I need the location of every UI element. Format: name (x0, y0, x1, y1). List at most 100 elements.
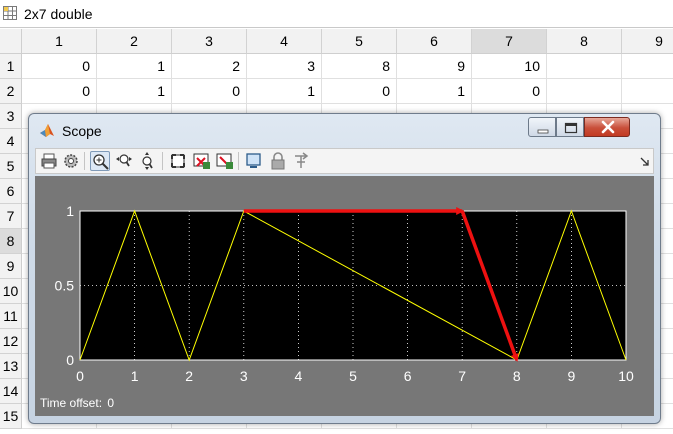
grid-cell[interactable] (547, 79, 622, 104)
save-axes-button[interactable] (192, 151, 212, 171)
grid-cell[interactable] (622, 54, 673, 79)
autoscale-button[interactable] (168, 151, 188, 171)
grid-cell[interactable]: 0 (22, 54, 97, 79)
close-icon (601, 120, 615, 134)
row-header-8[interactable]: 8 (0, 229, 22, 254)
scope-chart[interactable]: 0 1 2 3 4 5 6 7 8 9 10 0 0.5 1 (35, 176, 654, 394)
x-tick-label: 4 (295, 368, 303, 384)
minimize-button[interactable] (528, 117, 556, 137)
zoom-y-icon (142, 152, 153, 170)
lock-button[interactable] (268, 151, 288, 171)
zoom-in-icon (93, 154, 109, 170)
grid-cell[interactable]: 0 (22, 79, 97, 104)
close-button[interactable] (584, 117, 630, 137)
x-tick-label: 10 (618, 368, 634, 384)
row-header-10[interactable]: 10 (0, 279, 22, 304)
zoom-x-button[interactable] (114, 151, 134, 171)
grid-cell[interactable]: 9 (397, 54, 472, 79)
matlab-logo-icon (40, 124, 54, 137)
column-header-5[interactable]: 5 (322, 29, 397, 54)
x-tick-label: 6 (404, 368, 412, 384)
column-header-4[interactable]: 4 (247, 29, 322, 54)
print-icon (41, 153, 57, 169)
row-header-2[interactable]: 2 (0, 79, 22, 104)
grid-cell[interactable]: 1 (97, 54, 172, 79)
column-header-8[interactable]: 8 (547, 29, 622, 54)
grid-cell[interactable]: 3 (247, 54, 322, 79)
grid-cell[interactable]: 8 (322, 54, 397, 79)
time-offset: Time offset: 0 (38, 396, 114, 410)
grid-cell[interactable]: 0 (172, 79, 247, 104)
floating-scope-button[interactable] (244, 151, 264, 171)
dock-arrow-icon[interactable] (640, 157, 650, 167)
zoom-in-button[interactable] (90, 151, 110, 171)
grid-cell[interactable] (622, 79, 673, 104)
signal-select-button[interactable] (292, 151, 312, 171)
row-header-1[interactable]: 1 (0, 54, 22, 79)
restore-axes-icon (216, 153, 233, 169)
time-offset-label: Time offset: (40, 396, 103, 410)
grid-cell[interactable]: 1 (397, 79, 472, 104)
row-header-15[interactable]: 15 (0, 404, 22, 429)
grid-cell[interactable]: 2 (172, 54, 247, 79)
x-tick-label: 5 (349, 368, 357, 384)
x-tick-label: 0 (76, 368, 84, 384)
scope-toolbar (35, 148, 654, 174)
toolbar-separator (162, 152, 163, 170)
x-tick-label: 9 (568, 368, 576, 384)
grid-cell[interactable]: 10 (472, 54, 547, 79)
zoom-y-button[interactable] (138, 151, 158, 171)
row-header-12[interactable]: 12 (0, 329, 22, 354)
grid-cell[interactable] (547, 54, 622, 79)
maximize-button[interactable] (556, 117, 584, 137)
restore-axes-button[interactable] (215, 151, 235, 171)
x-tick-label: 2 (185, 368, 193, 384)
grid-corner (0, 29, 22, 54)
column-header-6[interactable]: 6 (397, 29, 472, 54)
row-header-4[interactable]: 4 (0, 129, 22, 154)
signal-select-icon (295, 152, 309, 168)
row-header-11[interactable]: 11 (0, 304, 22, 329)
row-header-9[interactable]: 9 (0, 254, 22, 279)
editor-title-bar: 2x7 double (0, 0, 673, 28)
scope-plot-area[interactable]: 0 1 2 3 4 5 6 7 8 9 10 0 0.5 1 Time offset: 0 (35, 176, 654, 416)
lock-icon (271, 152, 285, 170)
row-header-13[interactable]: 13 (0, 354, 22, 379)
maximize-icon (564, 122, 578, 134)
column-header-9[interactable]: 9 (622, 29, 673, 54)
x-tick-label: 7 (458, 368, 466, 384)
row-header-5[interactable]: 5 (0, 154, 22, 179)
scope-title-bar[interactable]: Scope (29, 114, 660, 144)
time-offset-value: 0 (107, 396, 115, 410)
autoscale-icon (171, 154, 185, 168)
grid-cell[interactable]: 1 (97, 79, 172, 104)
column-header-7[interactable]: 7 (472, 29, 547, 54)
row-header-6[interactable]: 6 (0, 179, 22, 204)
grid-cell[interactable]: 0 (472, 79, 547, 104)
y-tick-label: 1 (66, 203, 74, 219)
parameters-button[interactable] (61, 151, 81, 171)
minimize-icon (537, 129, 549, 134)
column-header-3[interactable]: 3 (172, 29, 247, 54)
y-tick-label: 0 (66, 352, 74, 368)
column-header-1[interactable]: 1 (22, 29, 97, 54)
grid-cell[interactable]: 1 (247, 79, 322, 104)
row-header-3[interactable]: 3 (0, 104, 22, 129)
zoom-x-icon (116, 154, 132, 167)
grid-cell[interactable]: 0 (322, 79, 397, 104)
save-axes-icon (193, 153, 210, 169)
y-tick-label: 0.5 (55, 278, 75, 294)
variable-grid-icon (3, 6, 17, 20)
row-header-14[interactable]: 14 (0, 379, 22, 404)
row-header-7[interactable]: 7 (0, 204, 22, 229)
x-tick-label: 1 (131, 368, 139, 384)
x-tick-label: 3 (240, 368, 248, 384)
scope-title: Scope (62, 123, 102, 139)
floating-scope-icon (246, 153, 261, 168)
toolbar-separator (238, 152, 239, 170)
variable-title: 2x7 double (24, 6, 93, 22)
column-header-2[interactable]: 2 (97, 29, 172, 54)
print-button[interactable] (39, 151, 59, 171)
scope-window[interactable]: Scope 0 1 2 3 4 5 6 7 8 9 10 0 0.5 1 Tim… (28, 113, 661, 424)
toolbar-separator (84, 152, 85, 170)
